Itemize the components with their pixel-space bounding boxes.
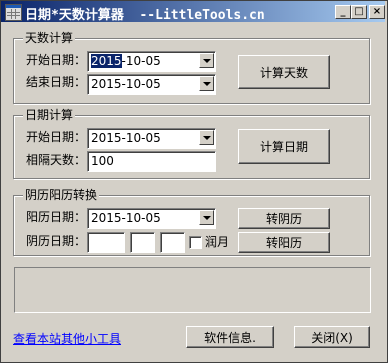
title-bar[interactable]: 日期*天数计算器 --LittleTools.cn _ □ × — [1, 1, 385, 23]
days-calc-group-label: 天数计算 — [23, 31, 76, 45]
close-button[interactable]: 关闭(X) — [294, 326, 370, 348]
interval-days-label: 相隔天数： — [26, 153, 87, 167]
lunar-year-input[interactable] — [87, 232, 125, 253]
days-start-date-rest: -10-05 — [121, 54, 161, 68]
calc-days-button[interactable]: 计算天数 — [238, 55, 330, 89]
software-info-button[interactable]: 软件信息. — [186, 326, 274, 348]
days-end-date-value: 2015-10-05 — [91, 77, 161, 91]
minimize-button[interactable]: _ — [335, 5, 351, 19]
lunar-day-input[interactable] — [160, 232, 185, 253]
other-tools-link[interactable]: 查看本站其他小工具 — [13, 330, 121, 347]
leap-month-label: 润月 — [205, 235, 230, 249]
days-start-date-combo[interactable]: 2015-10-05 — [87, 51, 216, 72]
solar-date-combo[interactable]: 2015-10-05 — [87, 208, 216, 229]
to-lunar-button[interactable]: 转阴历 — [238, 208, 330, 229]
calc-date-button[interactable]: 计算日期 — [238, 129, 330, 164]
solar-date-value: 2015-10-05 — [91, 211, 161, 225]
output-area — [14, 267, 371, 313]
to-solar-button[interactable]: 转阳历 — [238, 232, 330, 253]
interval-days-value: 100 — [91, 154, 114, 168]
lunar-date-label: 阴历日期： — [26, 234, 87, 248]
date-start-date-value: 2015-10-05 — [91, 131, 161, 145]
interval-days-input[interactable]: 100 — [87, 151, 216, 172]
chevron-down-icon[interactable] — [199, 210, 214, 225]
days-end-label: 结束日期： — [26, 75, 87, 89]
calendar-icon — [5, 4, 22, 21]
chevron-down-icon[interactable] — [199, 130, 214, 145]
lunar-convert-group-label: 阴历阳历转换 — [23, 188, 100, 202]
date-calc-group-label: 日期计算 — [23, 108, 76, 122]
close-window-button[interactable]: × — [369, 5, 385, 19]
lunar-month-input[interactable] — [130, 232, 155, 253]
maximize-button[interactable]: □ — [351, 5, 367, 19]
date-start-label: 开始日期： — [26, 130, 87, 144]
chevron-down-icon[interactable] — [199, 76, 214, 91]
chevron-down-icon[interactable] — [199, 53, 214, 68]
days-start-label: 开始日期： — [26, 53, 87, 67]
window-title: 日期*天数计算器 --LittleTools.cn — [25, 8, 265, 23]
solar-date-label: 阳历日期： — [26, 210, 87, 224]
date-start-date-combo[interactable]: 2015-10-05 — [87, 128, 216, 149]
leap-month-checkbox[interactable] — [189, 236, 202, 249]
days-start-date-selected: 2015 — [91, 54, 122, 68]
days-end-date-combo[interactable]: 2015-10-05 — [87, 74, 216, 95]
